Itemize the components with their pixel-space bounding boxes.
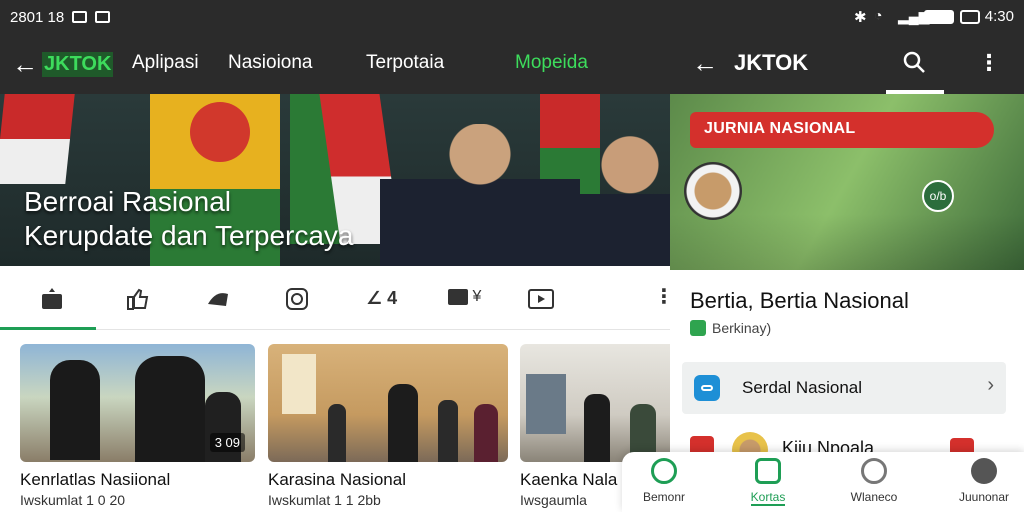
thumbs-up-icon[interactable] <box>126 288 150 310</box>
hero-banner[interactable]: Berroai Rasional Kerupdate dan Terpercay… <box>0 94 670 266</box>
search-icon[interactable] <box>902 50 926 74</box>
more-vert-icon[interactable]: ⋮ <box>654 284 670 308</box>
video-count: ¥ <box>472 288 482 305</box>
news-thumbnail <box>268 344 508 462</box>
source-icon <box>690 320 706 336</box>
nav-label: Wlaneco <box>850 490 898 504</box>
news-thumbnail <box>520 344 670 462</box>
person-figure <box>575 134 670 266</box>
hero-line-1: Berroai Rasional <box>24 186 231 217</box>
tab-terpotaia[interactable]: Terpotaia <box>366 52 444 74</box>
news-thumbnail: 3 09 <box>20 344 255 462</box>
trend-icon[interactable]: ∠ 4 <box>366 288 397 310</box>
app-brand: JKTOK <box>734 50 809 75</box>
play-badge[interactable]: o/b <box>922 180 954 212</box>
nav-label: Bemonr <box>642 490 686 504</box>
nav-label: Juunonar <box>958 490 1010 504</box>
profile-icon <box>971 458 997 484</box>
active-tab-indicator <box>0 327 96 330</box>
news-card[interactable]: Karasina Nasional Iwskumlat 1 1 2bb <box>268 344 508 508</box>
trend-count: 4 <box>387 288 398 308</box>
status-bar: 2801 18 <box>0 0 670 34</box>
section-row[interactable]: Serdal Nasional › <box>682 362 1006 414</box>
nav-item-wlaneco[interactable]: Wlaneco <box>834 458 914 504</box>
news-title: Karasina Nasional <box>268 470 406 489</box>
news-meta: Iwskumlat 1 1 2bb <box>268 492 381 508</box>
nav-item-kortas[interactable]: Kortas <box>728 458 808 506</box>
screen-icon <box>960 10 980 24</box>
avatar[interactable] <box>684 162 742 220</box>
video-icon[interactable]: ¥ <box>448 288 481 310</box>
person-figure <box>380 124 580 266</box>
status-time: 2801 18 <box>10 8 65 26</box>
featured-banner[interactable]: JURNIA NASIONAL o/b <box>670 94 1024 270</box>
tv-icon <box>694 375 720 401</box>
news-title: Kenrlatlas Nasiional <box>20 470 171 489</box>
tab-nasioiona[interactable]: Nasioiona <box>228 52 313 74</box>
chat-icon <box>861 458 887 484</box>
leaf-icon <box>755 458 781 484</box>
article-title: Bertia, Bertia Nasional <box>690 288 909 313</box>
battery-icon <box>924 10 954 24</box>
tv-icon[interactable] <box>528 288 554 310</box>
flag-shape <box>150 94 280 189</box>
home-icon <box>651 458 677 484</box>
banner-shade <box>670 214 1024 270</box>
nav-label: Kortas <box>750 490 786 506</box>
app-bar: ← JKTOK Aplipasi Nasioiona Terpotaia Mop… <box>0 34 670 94</box>
app-bar: ← JKTOK ⋮ <box>670 34 1024 94</box>
back-icon[interactable]: ← <box>12 51 38 77</box>
instagram-icon[interactable] <box>286 288 308 310</box>
tab-aplipasi[interactable]: Aplipasi <box>132 52 199 74</box>
news-card[interactable]: 3 09 Kenrlatlas Nasiional Iwskumlat 1 0 … <box>20 344 255 508</box>
home-icon[interactable] <box>40 288 64 310</box>
more-vert-icon[interactable]: ⋮ <box>978 50 1000 76</box>
app-brand[interactable]: JKTOK <box>42 51 114 77</box>
status-time: 4:30 <box>984 8 1014 25</box>
left-pane: 2801 18 ← JKTOK Aplipasi Nasioiona Terpo… <box>0 0 670 512</box>
category-icon-row: ∠ 4 ¥ ⋮ <box>0 266 670 330</box>
source-label: Berkinay) <box>712 320 772 336</box>
gallery-icon <box>72 11 88 23</box>
duration-badge: 3 09 <box>209 433 245 452</box>
section-row-label: Serdal Nasional <box>742 378 863 397</box>
chevron-right-icon: › <box>987 374 994 396</box>
tab-mopeida[interactable]: Mopeida <box>515 52 588 74</box>
flag-shape <box>0 94 75 184</box>
bluetooth-icon: ✱ <box>854 9 867 26</box>
image-icon <box>95 11 111 23</box>
nav-item-home[interactable]: Bemonr <box>624 458 704 504</box>
back-icon[interactable]: ← <box>692 48 718 79</box>
nav-item-juunonar[interactable]: Juunonar <box>944 458 1024 504</box>
bottom-nav: Bemonr Kortas Wlaneco Juunonar <box>622 452 1024 512</box>
article-source: Berkinay) <box>690 320 771 336</box>
wifi-icon: ◔ <box>874 7 883 23</box>
featured-label: JURNIA NASIONAL <box>690 112 994 148</box>
right-pane: ✱ ◔ ▂▄▆ 4:30 ← JKTOK ⋮ JURNIA NASIONAL o… <box>670 0 1024 512</box>
megaphone-icon[interactable] <box>206 288 232 310</box>
news-meta: Iwskumlat 1 0 20 <box>20 492 126 508</box>
hero-line-2: Kerupdate dan Terpercaya <box>24 220 354 251</box>
status-bar: ✱ ◔ ▂▄▆ 4:30 <box>670 0 1024 34</box>
